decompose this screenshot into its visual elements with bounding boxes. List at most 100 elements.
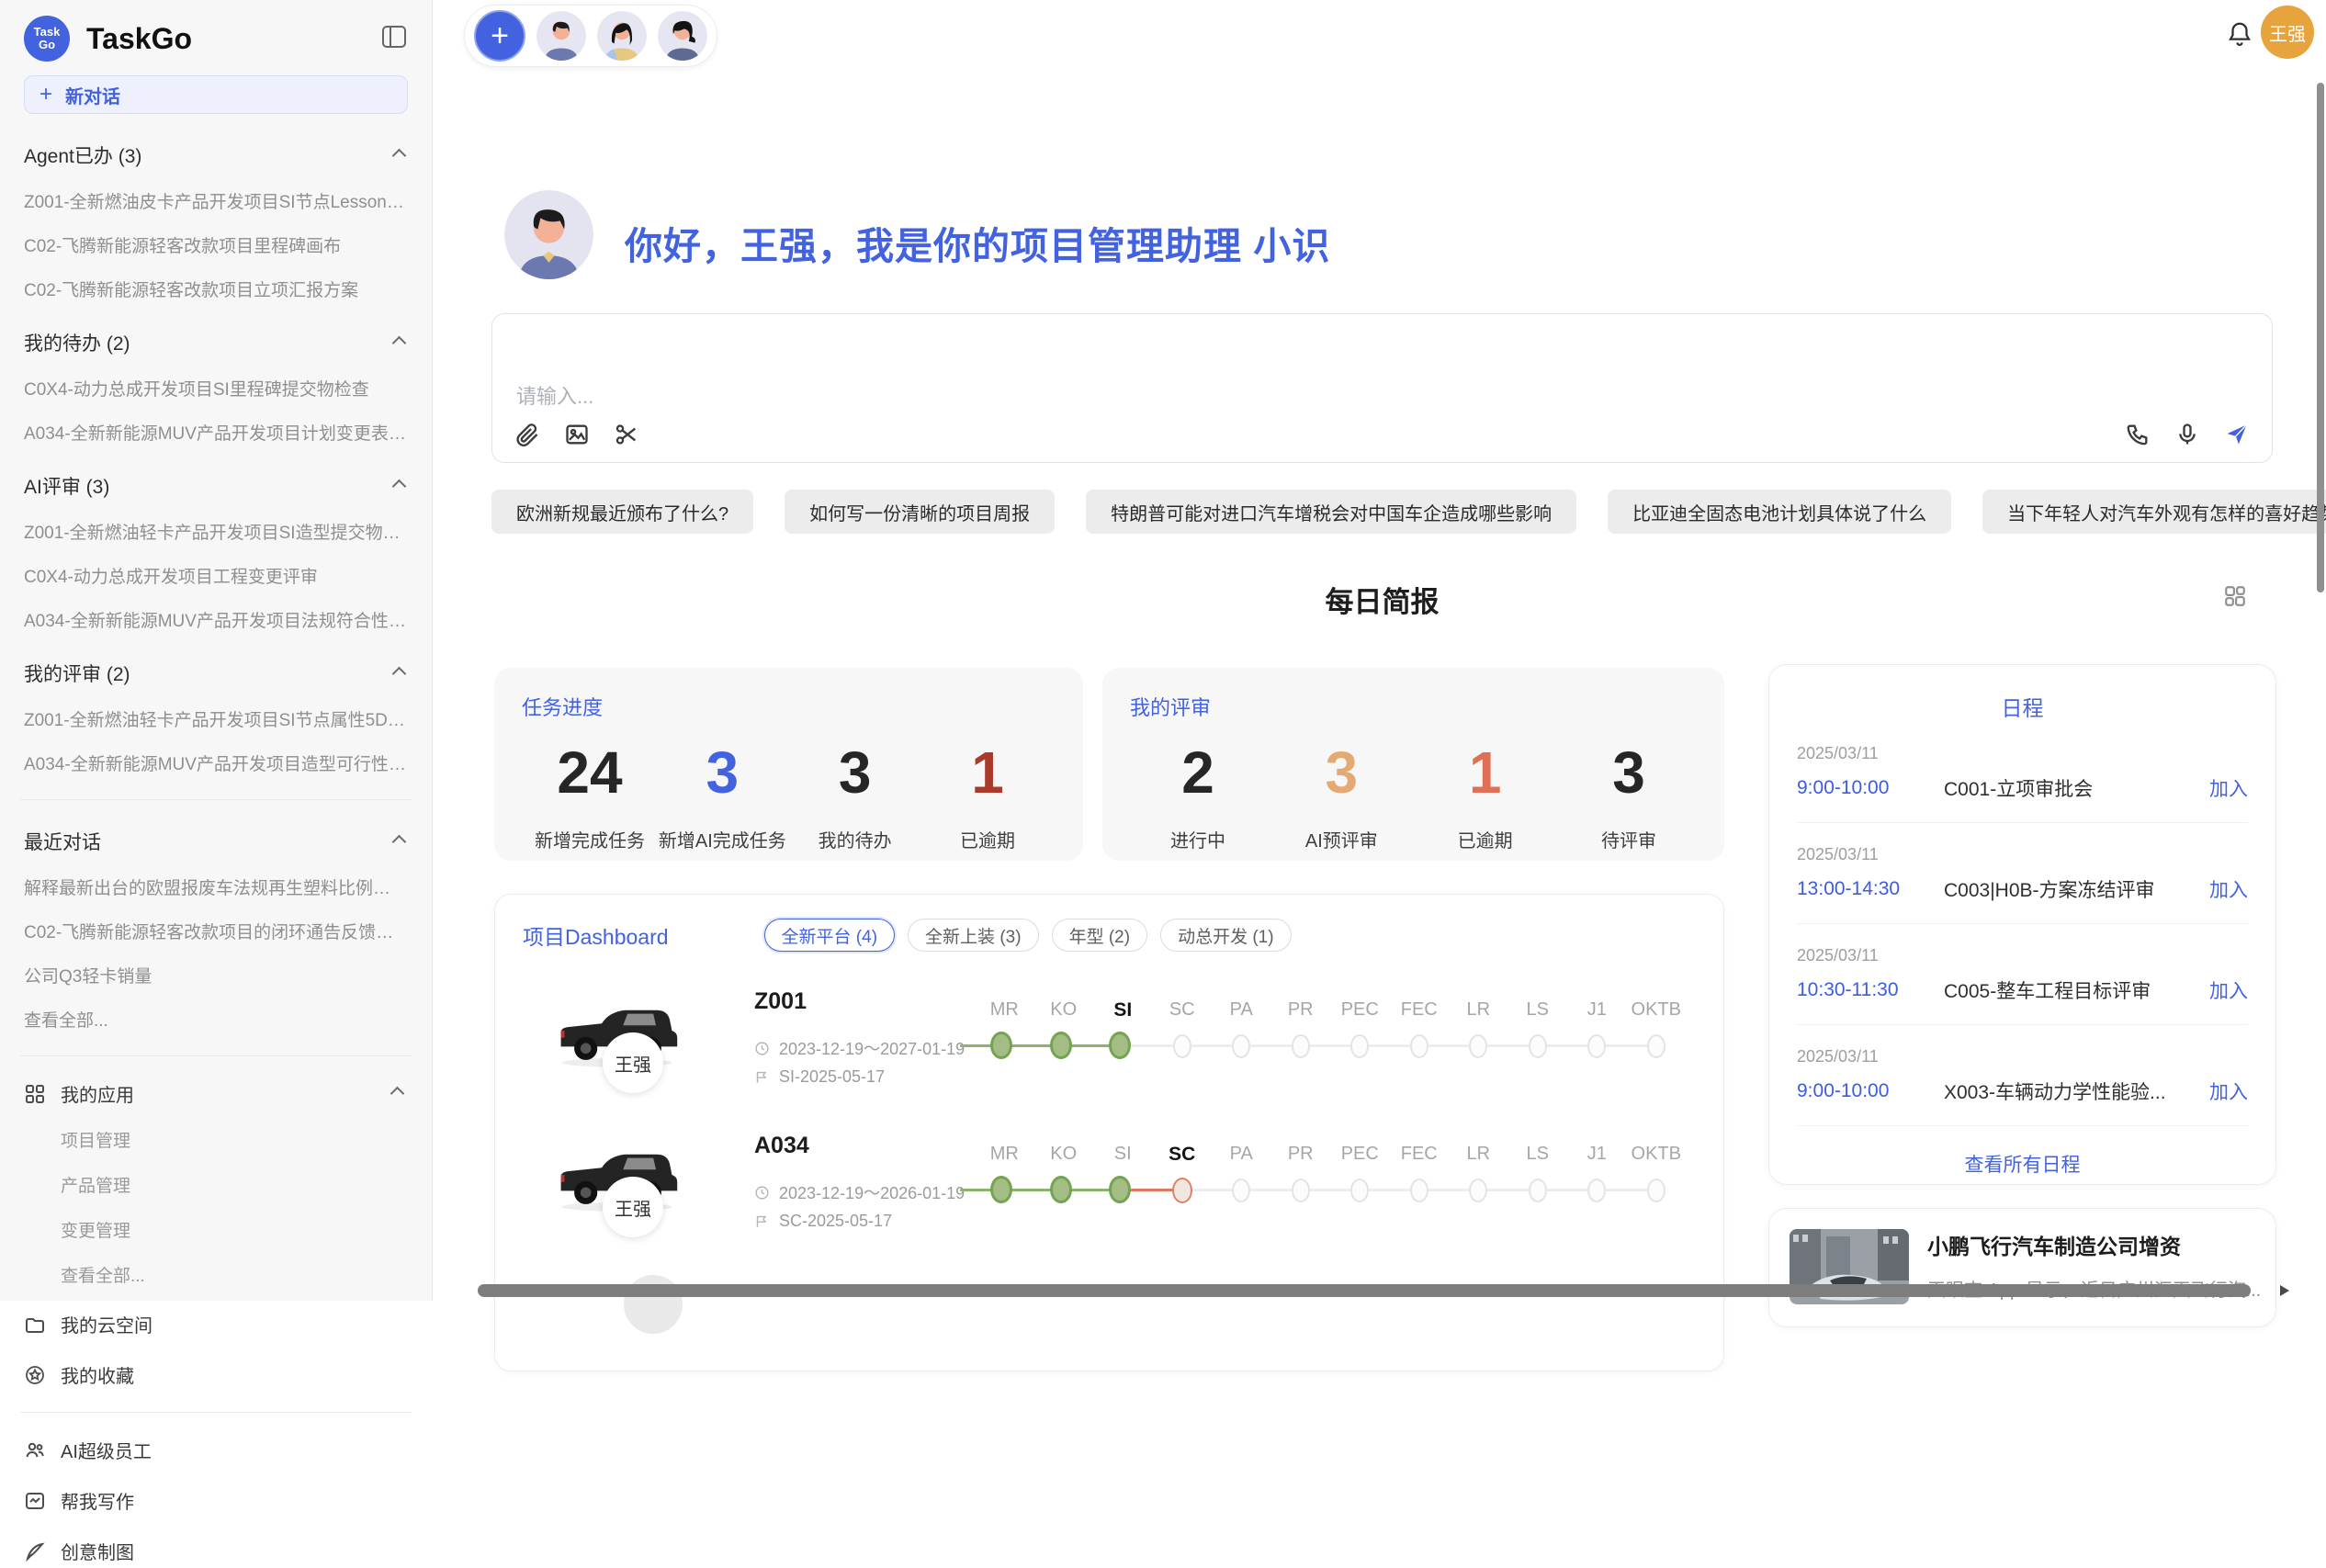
news-card[interactable]: 小鹏飞行汽车制造公司增资 天眼查 App 显示，近日广州汇天飞行汽... — [1768, 1208, 2276, 1327]
new-chat-button[interactable]: + 新对话 — [24, 75, 408, 114]
stat-value: 1 — [971, 739, 1004, 806]
owner-badge: 王强 — [603, 1032, 663, 1093]
grid-icon — [24, 1083, 46, 1105]
sidebar-item-product-mgmt[interactable]: 产品管理 — [61, 1172, 408, 1197]
layout-grid-icon[interactable] — [2223, 584, 2247, 608]
sidebar-item-ai-employee[interactable]: AI超级员工 — [24, 1437, 408, 1463]
phone-icon[interactable] — [2125, 422, 2151, 447]
avatar[interactable] — [597, 11, 647, 61]
schedule-item[interactable]: 2025/03/11 9:00-10:00 C001-立项审批会 加入 — [1797, 744, 2248, 823]
assistant-avatar — [504, 190, 593, 279]
section-title: 我的待办 (2) — [24, 329, 130, 356]
suggestion-chip[interactable]: 比亚迪全固态电池计划具体说了什么 — [1608, 490, 1951, 534]
list-item[interactable]: C02-飞腾新能源轻客改款项目立项汇报方案 — [24, 276, 408, 301]
pen-icon — [24, 1540, 46, 1562]
add-agent-button[interactable]: + — [474, 10, 525, 62]
list-item[interactable]: C02-飞腾新能源轻客改款项目的闭环通告反馈情况 — [24, 919, 408, 943]
dashboard-title: 项目Dashboard — [523, 919, 669, 951]
stat-label: 我的待办 — [819, 826, 892, 852]
logo-line2: Go — [39, 39, 55, 51]
sidebar-collapse-icon[interactable] — [382, 26, 406, 52]
chevron-up-icon — [392, 335, 407, 350]
suggestion-chip[interactable]: 如何写一份清晰的项目周报 — [785, 490, 1055, 534]
filter-tab[interactable]: 全新平台 (4) — [764, 919, 896, 952]
greeting-text: 你好，王强，我是你的项目管理助理 小识 — [625, 215, 1330, 270]
sidebar-item-help-write[interactable]: 帮我写作 — [24, 1487, 408, 1514]
suggestion-chip[interactable]: 当下年轻人对汽车外观有怎样的喜好趋势 — [1982, 490, 2326, 534]
list-item[interactable]: C0X4-动力总成开发项目工程变更评审 — [24, 563, 408, 588]
suggestion-chip[interactable]: 欧洲新规最近颁布了什么? — [491, 490, 753, 534]
avatar[interactable] — [536, 11, 586, 61]
scroll-right-arrow[interactable] — [2280, 1285, 2289, 1296]
filter-tab[interactable]: 动总开发 (1) — [1160, 919, 1292, 952]
join-link[interactable]: 加入 — [2209, 875, 2248, 903]
section-ai-review[interactable]: AI评审 (3) — [24, 472, 408, 500]
section-recent-chats[interactable]: 最近对话 — [24, 828, 408, 855]
stat-value: 24 — [557, 739, 622, 806]
sidebar: Task Go TaskGo + 新对话 Agent已办 (3) Z001-全新… — [0, 0, 433, 1301]
milestone-dots — [975, 1029, 1686, 1066]
view-all-chats[interactable]: 查看全部... — [24, 1007, 408, 1032]
schedule-item[interactable]: 2025/03/11 9:00-10:00 X003-车辆动力学性能验... 加… — [1797, 1047, 2248, 1126]
view-all-schedule-link[interactable]: 查看所有日程 — [1797, 1150, 2248, 1178]
stat: 2 进行中 — [1134, 739, 1262, 852]
divider — [20, 1055, 412, 1056]
suggestion-chip[interactable]: 特朗普可能对进口汽车增税会对中国车企造成哪些影响 — [1086, 490, 1576, 534]
main-area: + 王强 你好，王强，我是你的项目管理助理 小识 请输入... — [433, 0, 2326, 1301]
join-link[interactable]: 加入 — [2209, 774, 2248, 802]
project-row[interactable]: 王强 Z001 2023-12-19～2027-01-19 SI-2025-05… — [495, 977, 1725, 1122]
section-title: Agent已办 (3) — [24, 141, 141, 169]
schedule-name: C001-立项审批会 — [1944, 774, 2209, 802]
join-link[interactable]: 加入 — [2209, 1077, 2248, 1105]
filter-tab[interactable]: 全新上装 (3) — [908, 919, 1039, 952]
horizontal-scrollbar[interactable] — [478, 1284, 2251, 1297]
image-icon[interactable] — [564, 422, 590, 447]
list-item[interactable]: A034-全新新能源MUV产品开发项目计划变更表编写 — [24, 420, 408, 445]
avatar[interactable] — [658, 11, 707, 61]
user-avatar[interactable]: 王强 — [2261, 6, 2314, 59]
sidebar-item-my-apps[interactable]: 我的应用 — [24, 1080, 408, 1107]
view-all-apps[interactable]: 查看全部... — [61, 1262, 408, 1287]
scissors-icon[interactable] — [614, 422, 639, 447]
sidebar-item-change-mgmt[interactable]: 变更管理 — [61, 1217, 408, 1242]
sidebar-item-project-mgmt[interactable]: 项目管理 — [61, 1127, 408, 1152]
list-item[interactable]: C0X4-动力总成开发项目SI里程碑提交物检查 — [24, 376, 408, 400]
news-title: 小鹏飞行汽车制造公司增资 — [1927, 1229, 2261, 1260]
divider — [20, 1412, 412, 1413]
divider — [1797, 1125, 2248, 1126]
section-my-review[interactable]: 我的评审 (2) — [24, 660, 408, 687]
section-my-todo[interactable]: 我的待办 (2) — [24, 329, 408, 356]
list-item[interactable]: 解释最新出台的欧盟报废车法规再生塑料比例被调至15%... — [24, 874, 408, 899]
milestone-dots — [975, 1173, 1686, 1210]
list-item[interactable]: A034-全新新能源MUV产品开发项目造型可行性评审 — [24, 750, 408, 775]
notification-bell-icon[interactable] — [2226, 20, 2253, 48]
list-item[interactable]: 公司Q3轻卡销量 — [24, 963, 408, 987]
chat-input[interactable]: 请输入... — [491, 313, 2273, 463]
sidebar-item-favorites[interactable]: 我的收藏 — [24, 1361, 408, 1388]
join-link[interactable]: 加入 — [2209, 976, 2248, 1004]
sidebar-item-creative-draw[interactable]: 创意制图 — [24, 1538, 408, 1564]
list-item[interactable]: Z001-全新燃油皮卡产品开发项目SI节点Lesson Learn报告 — [24, 188, 408, 213]
stat-value: 2 — [1181, 739, 1214, 806]
list-item[interactable]: Z001-全新燃油轻卡产品开发项目SI节点属性5D文件评审 — [24, 706, 408, 731]
list-item[interactable]: Z001-全新燃油轻卡产品开发项目SI造型提交物评审 — [24, 519, 408, 544]
sidebar-item-cloud-space[interactable]: 我的云空间 — [24, 1311, 408, 1337]
schedule-item[interactable]: 2025/03/11 13:00-14:30 C003|H0B-方案冻结评审 加… — [1797, 845, 2248, 924]
schedule-date: 2025/03/11 — [1797, 1047, 2248, 1066]
vertical-scrollbar[interactable] — [2317, 83, 2324, 592]
section-agent-done[interactable]: Agent已办 (3) — [24, 141, 408, 169]
schedule-time: 9:00-10:00 — [1797, 1080, 1944, 1102]
microphone-icon[interactable] — [2174, 422, 2200, 447]
flag-icon — [754, 1213, 770, 1229]
task-progress-card: 任务进度 24 新增完成任务 3 新增AI完成任务 3 我的待办 1 已逾期 — [494, 668, 1083, 861]
filter-tab[interactable]: 年型 (2) — [1052, 919, 1148, 952]
list-item[interactable]: C02-飞腾新能源轻客改款项目里程碑画布 — [24, 232, 408, 257]
chevron-up-icon — [392, 666, 407, 681]
sidebar-item-label: 我的收藏 — [61, 1361, 134, 1388]
list-item[interactable]: A034-全新新能源MUV产品开发项目法规符合性评审 — [24, 607, 408, 632]
project-dates: 2023-12-19～2026-01-19 — [754, 1180, 965, 1204]
attachment-icon[interactable] — [514, 422, 540, 447]
send-icon[interactable] — [2224, 422, 2250, 447]
schedule-item[interactable]: 2025/03/11 10:30-11:30 C005-整车工程目标评审 加入 — [1797, 946, 2248, 1025]
project-row[interactable]: 王强 A034 2023-12-19～2026-01-19 SC-2025-05… — [495, 1122, 1725, 1266]
